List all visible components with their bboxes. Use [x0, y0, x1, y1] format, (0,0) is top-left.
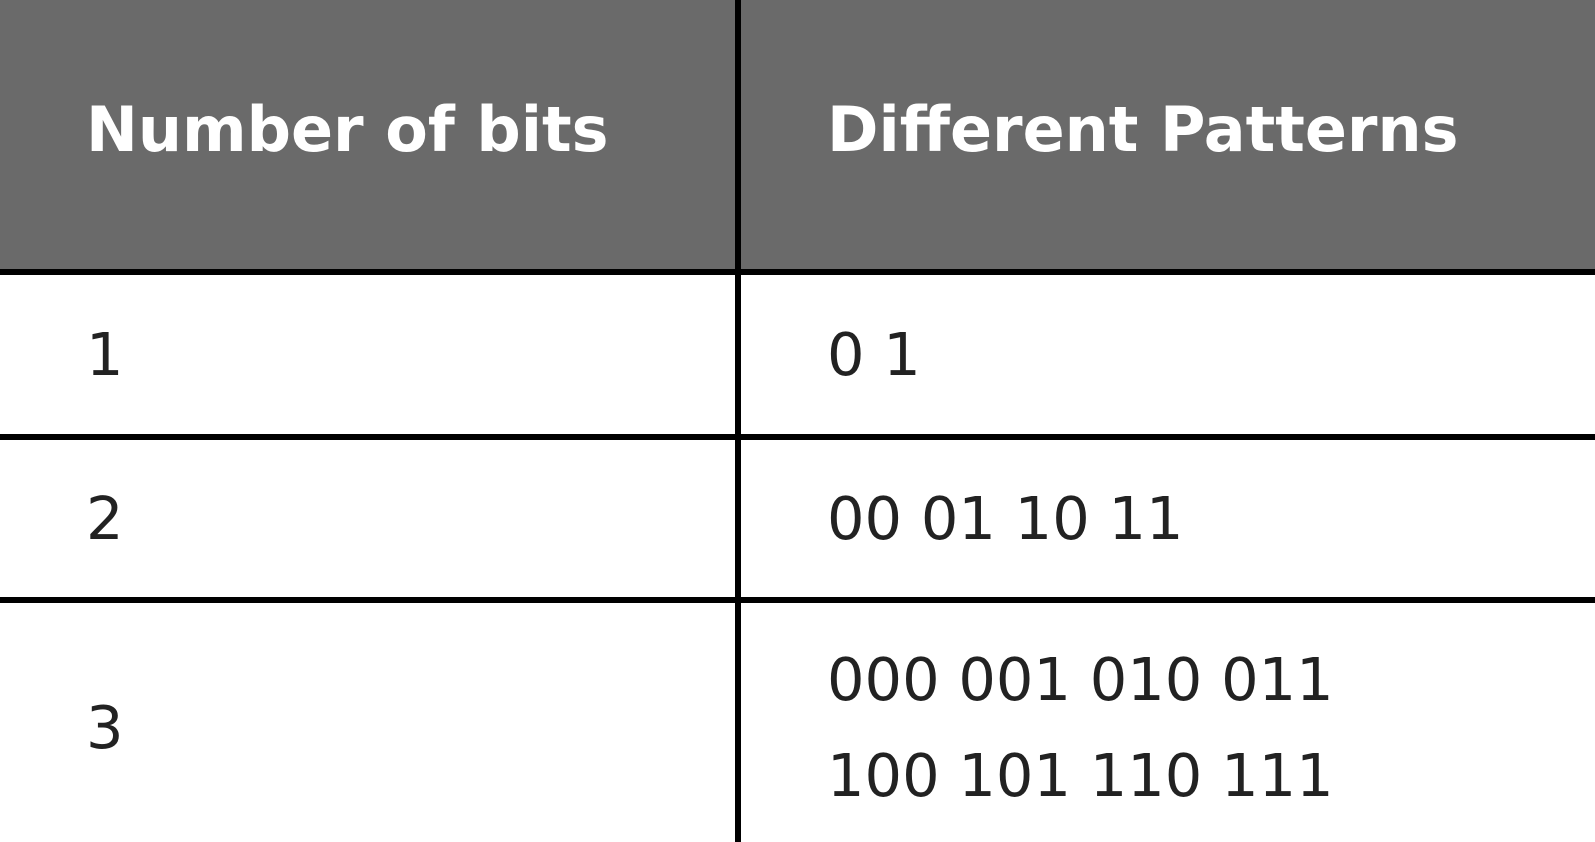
bits-cell: 2	[0, 434, 741, 603]
table-row: 3 000 001 010 011 100 101 110 111	[0, 597, 1595, 842]
pattern-line: 0 1	[827, 319, 921, 389]
header-row: Number of bits Different Patterns	[0, 0, 1595, 275]
header-number-of-bits: Number of bits	[0, 0, 741, 275]
pattern-line: 000 001 010 011	[827, 645, 1334, 714]
bits-cell: 3	[0, 597, 741, 842]
patterns-cell: 0 1	[735, 269, 1595, 440]
pattern-line: 100 101 110 111	[827, 741, 1334, 810]
table-row: 1 0 1	[0, 269, 1595, 440]
page: Number of bits Different Patterns 1 0 1 …	[0, 0, 1595, 842]
table-row: 2 00 01 10 11	[0, 434, 1595, 603]
bit-patterns-table: Number of bits Different Patterns 1 0 1 …	[0, 0, 1595, 842]
patterns-cell: 00 01 10 11	[735, 434, 1595, 603]
header-different-patterns: Different Patterns	[735, 0, 1595, 275]
bits-cell: 1	[0, 269, 741, 440]
pattern-line: 00 01 10 11	[827, 483, 1184, 553]
patterns-cell: 000 001 010 011 100 101 110 111	[735, 597, 1595, 842]
